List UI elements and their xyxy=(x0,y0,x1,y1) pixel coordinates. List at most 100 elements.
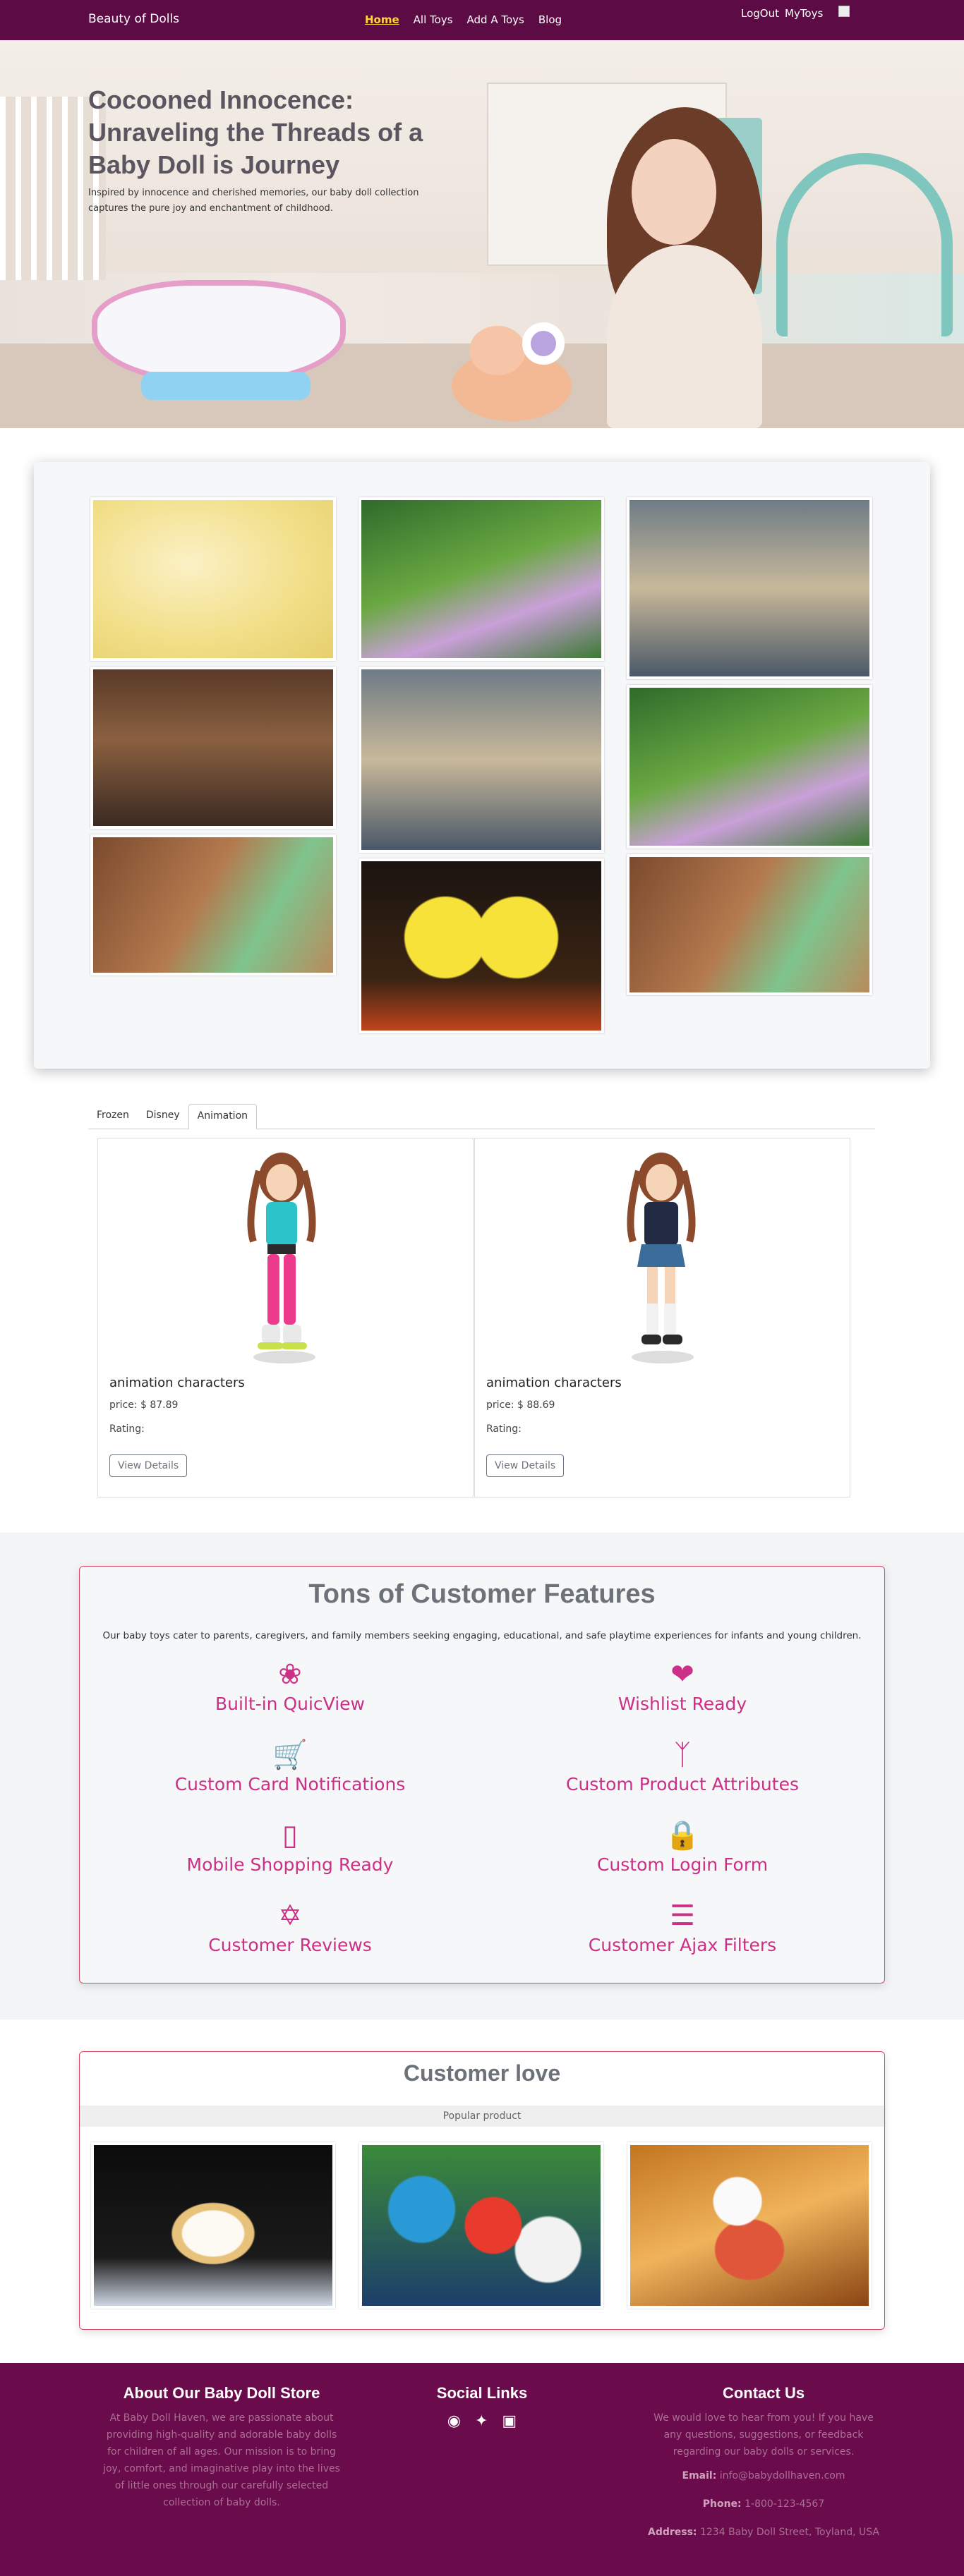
hero-girl-face xyxy=(632,139,716,245)
feature-label: Customer Ajax Filters xyxy=(588,1935,777,1955)
feature-label: Wishlist Ready xyxy=(617,1694,747,1714)
gallery-image-teddy-bears xyxy=(359,667,604,853)
popular-product-label: Popular product xyxy=(80,2106,884,2127)
feature-label: Customer Reviews xyxy=(208,1935,372,1955)
feature-mobile-shopping: ▯ Mobile Shopping Ready xyxy=(107,1819,474,1875)
branch-icon: ᛉ xyxy=(674,1739,691,1771)
product-title: animation characters xyxy=(486,1375,622,1390)
footer-phone: 1-800-123-4567 xyxy=(745,2498,825,2510)
view-details-button[interactable]: View Details xyxy=(486,1454,565,1477)
category-tabs: Frozen Disney Animation xyxy=(88,1104,875,1129)
feature-product-attributes: ᛉ Custom Product Attributes xyxy=(499,1739,866,1794)
mytoys-link[interactable]: MyToys xyxy=(785,7,823,20)
footer-contact-text: We would love to hear from you! If you h… xyxy=(653,2412,874,2457)
feature-label: Mobile Shopping Ready xyxy=(186,1854,394,1875)
popular-product-image-lucky-cat[interactable] xyxy=(91,2142,335,2309)
feature-customer-reviews: ✡ Customer Reviews xyxy=(107,1900,474,1955)
feature-label: Custom Product Attributes xyxy=(565,1774,799,1794)
footer-email-label: Email: xyxy=(682,2470,717,2481)
mobile-icon: ▯ xyxy=(282,1819,298,1852)
product-image xyxy=(247,1153,316,1363)
logout-link[interactable]: LogOut xyxy=(741,7,779,20)
footer-phone-row: Phone: 1-800-123-4567 xyxy=(644,2496,884,2513)
feature-quickview: ❀ Built-in QuicView xyxy=(107,1658,474,1714)
footer-address-label: Address: xyxy=(647,2527,697,2538)
feature-label: Built-in QuicView xyxy=(215,1694,365,1714)
gallery-image-baby-sleeping xyxy=(90,497,336,661)
footer-about: About Our Baby Doll Store At Baby Doll H… xyxy=(102,2384,342,2511)
footer-about-title: About Our Baby Doll Store xyxy=(123,2384,320,2402)
product-card: animation characters price: $ 88.69 Rati… xyxy=(474,1138,850,1497)
hero-toy-bath xyxy=(92,280,346,386)
user-avatar[interactable] xyxy=(838,6,850,17)
twitter-icon[interactable]: ✦ xyxy=(475,2412,488,2430)
features-title: Tons of Customer Features xyxy=(308,1579,656,1609)
tab-animation[interactable]: Animation xyxy=(188,1104,258,1129)
nav-link-home[interactable]: Home xyxy=(365,13,399,26)
product-rating: Rating: xyxy=(486,1423,522,1435)
tab-disney[interactable]: Disney xyxy=(138,1104,188,1129)
popular-product-image-snowman[interactable] xyxy=(627,2142,872,2309)
hero-rocking-horse xyxy=(776,153,953,336)
customer-love-title: Customer love xyxy=(403,2060,561,2086)
user-lock-icon: 🔒 xyxy=(665,1819,700,1852)
instagram-icon[interactable]: ▣ xyxy=(502,2412,517,2430)
feature-ajax-filters: ☰ Customer Ajax Filters xyxy=(499,1900,866,1955)
gallery xyxy=(34,462,930,1069)
hero-toy-bath-base xyxy=(141,372,311,400)
product-price: price: $ 88.69 xyxy=(486,1399,555,1411)
gallery-image-girls-strollers xyxy=(359,497,604,661)
cart-plus-icon: 🛒 xyxy=(272,1739,308,1771)
gallery-image-toy-wagon-2 xyxy=(627,854,872,995)
nav-right: LogOut MyToys xyxy=(741,6,850,20)
feature-label: Custom Card Notifications xyxy=(174,1774,406,1794)
gallery-image-toy-wagon xyxy=(90,834,336,976)
tab-frozen[interactable]: Frozen xyxy=(88,1104,138,1129)
hero-banner: Cocooned Innocence: Unraveling the Threa… xyxy=(0,40,964,428)
hero-toy-dryer xyxy=(522,322,565,365)
flower-icon: ❀ xyxy=(278,1658,302,1691)
footer-contact-title: Contact Us xyxy=(722,2384,805,2402)
nav-links: Home All Toys Add A Toys Blog xyxy=(365,13,562,26)
navbar: Beauty of Dolls Home All Toys Add A Toys… xyxy=(0,0,964,40)
feature-card-notifications: 🛒 Custom Card Notifications xyxy=(107,1739,474,1794)
footer-social-title: Social Links xyxy=(436,2384,528,2402)
footer-phone-label: Phone: xyxy=(702,2498,742,2510)
feature-label: Custom Login Form xyxy=(596,1854,769,1875)
gallery-image-dolls-suitcase xyxy=(90,667,336,829)
feature-wishlist: ❤ Wishlist Ready xyxy=(499,1658,866,1714)
star-of-david-icon: ✡ xyxy=(278,1900,302,1932)
heart-icon: ❤ xyxy=(670,1658,694,1691)
view-details-button[interactable]: View Details xyxy=(109,1454,188,1477)
social-icons: ◉ ✦ ▣ xyxy=(362,2412,602,2430)
product-card: animation characters price: $ 87.89 Rati… xyxy=(97,1138,474,1497)
list-icon: ☰ xyxy=(670,1900,695,1932)
footer-email[interactable]: info@babydollhaven.com xyxy=(720,2470,845,2481)
footer-social: Social Links ◉ ✦ ▣ xyxy=(362,2384,602,2430)
footer-address: 1234 Baby Doll Street, Toyland, USA xyxy=(699,2527,880,2538)
hero-title: Cocooned Innocence: Unraveling the Threa… xyxy=(88,85,423,179)
brand-logo[interactable]: Beauty of Dolls xyxy=(88,12,179,26)
nav-link-add-toys[interactable]: Add A Toys xyxy=(467,13,524,26)
product-rating: Rating: xyxy=(109,1423,145,1435)
features-subtitle: Our baby toys cater to parents, caregive… xyxy=(102,1630,862,1641)
popular-product-image-knitted-toys[interactable] xyxy=(359,2142,603,2309)
footer-email-row: Email: info@babydollhaven.com xyxy=(644,2467,884,2484)
footer-address-row: Address: 1234 Baby Doll Street, Toyland,… xyxy=(644,2524,884,2541)
facebook-icon[interactable]: ◉ xyxy=(447,2412,461,2430)
nav-link-all-toys[interactable]: All Toys xyxy=(414,13,453,26)
hero-girl-body xyxy=(607,245,762,428)
hero-subtitle: Inspired by innocence and cherished memo… xyxy=(88,188,419,214)
feature-login-form: 🔒 Custom Login Form xyxy=(499,1819,866,1875)
footer-contact: Contact Us We would love to hear from yo… xyxy=(644,2384,884,2541)
customer-love-section: Customer love Popular product xyxy=(79,2051,885,2330)
footer-about-text: At Baby Doll Haven, we are passionate ab… xyxy=(103,2412,340,2508)
hero-baby-doll-head xyxy=(469,326,526,375)
gallery-image-girls-strollers-2 xyxy=(627,685,872,849)
gallery-image-smiley-pillows xyxy=(359,858,604,1033)
footer: About Our Baby Doll Store At Baby Doll H… xyxy=(0,2363,964,2576)
product-title: animation characters xyxy=(109,1375,245,1390)
gallery-image-teddy-bears-2 xyxy=(627,497,872,679)
hero-text: Cocooned Innocence: Unraveling the Threa… xyxy=(88,84,476,217)
nav-link-blog[interactable]: Blog xyxy=(538,13,562,26)
